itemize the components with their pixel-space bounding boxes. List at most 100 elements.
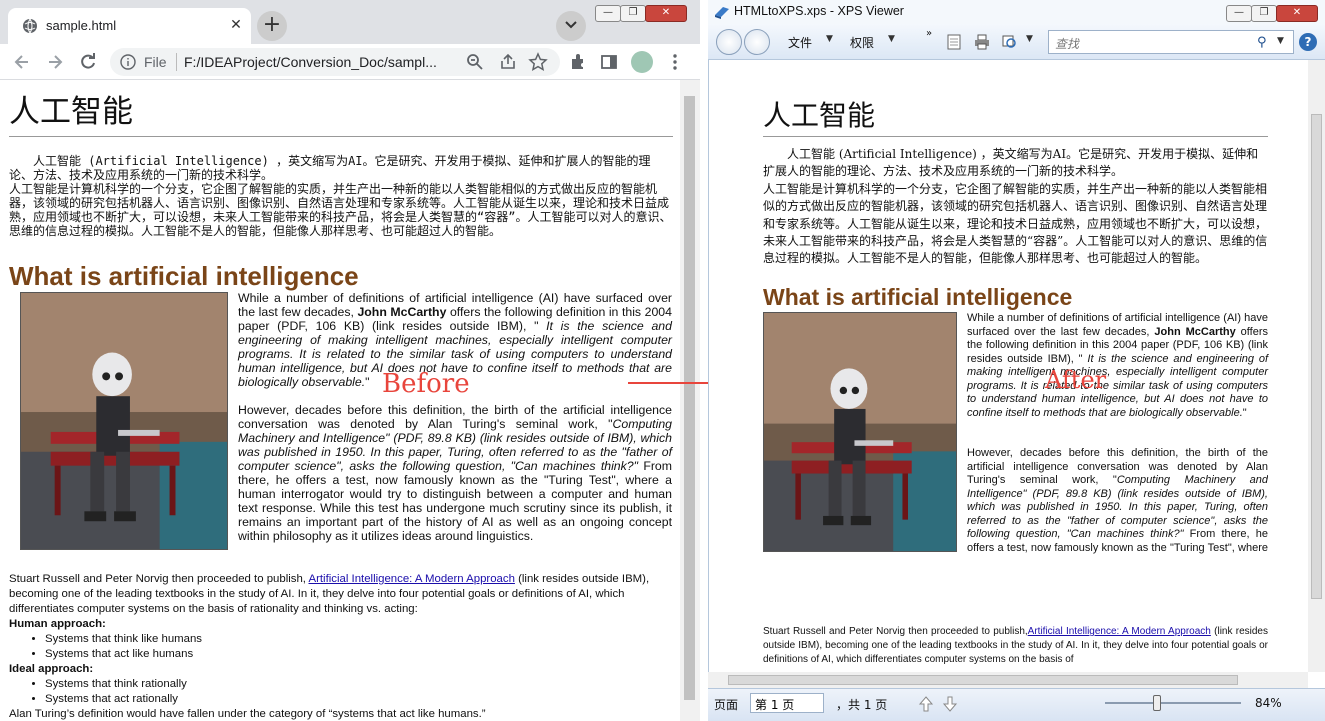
page-down-icon[interactable]	[942, 695, 958, 713]
menu-permissions[interactable]: 权限	[850, 34, 874, 51]
ideal-approach-list: Systems that think rationally Systems th…	[45, 677, 669, 707]
globe-icon	[23, 18, 37, 34]
xps-status-bar: 页面 第 1 页 ，共 1 页 84%	[708, 688, 1325, 721]
zoom-slider[interactable]	[1105, 695, 1241, 711]
title-divider	[9, 136, 673, 137]
xps-window-controls: — ❐ ✕	[1226, 0, 1318, 22]
view-caret-icon[interactable]: ▼	[1026, 34, 1033, 44]
xps-viewer-window: HTMLtoXPS.xps - XPS Viewer — ❐ ✕ 文件 ▼ 权限 ▼…	[708, 0, 1325, 721]
protocol-label: File	[144, 54, 167, 70]
help-icon[interactable]: ?	[1299, 33, 1317, 51]
search-icon[interactable]: ⚲	[1257, 35, 1267, 50]
xps-chinese-intro: 人工智能 (Artificial Intelligence) ，英文缩写为AI。…	[763, 146, 1268, 268]
back-button[interactable]	[716, 29, 742, 55]
forward-button[interactable]	[744, 29, 770, 55]
minimize-button[interactable]: —	[595, 5, 621, 22]
print-icon[interactable]	[974, 34, 990, 50]
xps-robot-photo	[764, 313, 956, 551]
chinese-intro: 人工智能 (Artificial Intelligence) ，英文缩写为AI。…	[9, 154, 673, 238]
xps-title-divider	[763, 136, 1268, 137]
overflow-chevron-icon[interactable]: »	[926, 28, 932, 39]
page-label: 页面	[714, 698, 739, 712]
extensions-icon[interactable]	[568, 52, 588, 72]
ideal-approach-label: Ideal approach:	[9, 663, 94, 675]
tab-sample[interactable]: sample.html ✕	[8, 8, 251, 44]
xps-app-icon	[715, 7, 729, 19]
document-icon[interactable]	[946, 34, 962, 50]
list-item: Systems that act like humans	[45, 647, 669, 662]
zoom-view-icon[interactable]	[1002, 34, 1018, 50]
tab-title: sample.html	[46, 18, 117, 33]
human-approach-label: Human approach:	[9, 618, 106, 630]
profile-avatar[interactable]	[631, 51, 653, 73]
xps-close-button[interactable]: ✕	[1276, 5, 1318, 22]
after-label: After	[1045, 366, 1107, 394]
page-total: ，共 1 页	[836, 698, 888, 712]
before-label: Before	[382, 369, 470, 399]
xps-cn-paragraph-1: 人工智能 (Artificial Intelligence) ，英文缩写为AI。…	[763, 147, 1259, 179]
tab-search-button[interactable]	[556, 11, 586, 41]
page-up-icon[interactable]	[918, 695, 934, 713]
search-placeholder: 查找	[1055, 37, 1080, 51]
xps-en-paragraph-2: However, decades before this definition,…	[967, 447, 1268, 555]
side-panel-icon[interactable]	[599, 52, 619, 72]
xps-document-area: 人工智能 人工智能 (Artificial Intelligence) ，英文缩…	[708, 60, 1325, 688]
maximize-button[interactable]: ❐	[620, 5, 646, 22]
star-icon[interactable]	[528, 52, 548, 72]
close-tab-icon[interactable]: ✕	[226, 15, 246, 35]
desktop: sample.html ✕ + — ❐ ✕ File F:/IDEAProject/…	[0, 0, 1325, 721]
new-tab-button[interactable]: +	[257, 11, 287, 41]
zoom-level: 84%	[1255, 696, 1282, 710]
book-link[interactable]: Artificial Intelligence: A Modern Approa…	[309, 573, 515, 585]
xps-search-input[interactable]: 查找 ⚲ ▼	[1048, 30, 1294, 54]
xps-book-link[interactable]: Artificial Intelligence: A Modern Approa…	[1028, 626, 1211, 637]
en-paragraph-2: However, decades before this definition,…	[238, 403, 672, 543]
human-approach-list: Systems that think like humans Systems t…	[45, 632, 669, 662]
en-p2-text-a: However, decades before this definition,…	[238, 403, 672, 431]
file-caret-icon[interactable]: ▼	[826, 34, 833, 44]
section-heading: What is artificial intelligence	[9, 261, 359, 291]
close-window-button[interactable]: ✕	[645, 5, 687, 22]
forward-icon[interactable]	[45, 52, 65, 72]
cn-paragraph-1: 人工智能 (Artificial Intelligence) ，英文缩写为AI。…	[9, 154, 651, 182]
list-item: Systems that think rationally	[45, 677, 669, 692]
xps-robot-image	[763, 312, 957, 552]
xps-window-title: HTMLtoXPS.xps - XPS Viewer	[734, 4, 904, 18]
page-scrollbar[interactable]	[680, 80, 700, 721]
xps-hscroll-thumb[interactable]	[728, 675, 1238, 685]
list-item: Systems that act rationally	[45, 692, 669, 707]
xps-section-heading: What is artificial intelligence	[763, 284, 1073, 310]
zoom-slider-knob[interactable]	[1153, 695, 1161, 711]
xps-en-paragraph-3: Stuart Russell and Peter Norvig then pro…	[763, 625, 1268, 667]
xps-minimize-button[interactable]: —	[1226, 5, 1252, 22]
back-icon[interactable]	[12, 52, 32, 72]
xps-menubar: 文件 ▼ 权限 ▼ » ▼ 查找 ⚲ ▼ ?	[708, 24, 1325, 60]
chevron-down-icon	[565, 21, 577, 29]
xps-vscroll-thumb[interactable]	[1311, 114, 1322, 599]
menu-file[interactable]: 文件	[788, 34, 812, 51]
info-icon[interactable]	[120, 54, 136, 70]
robot-image	[20, 292, 228, 550]
xps-vertical-scrollbar[interactable]	[1308, 60, 1325, 672]
page-number-input[interactable]: 第 1 页	[750, 693, 824, 713]
url-text[interactable]: F:/IDEAProject/Conversion_Doc/sampl...	[184, 54, 437, 70]
address-bar[interactable]: File F:/IDEAProject/Conversion_Doc/sampl…	[110, 48, 560, 76]
permissions-caret-icon[interactable]: ▼	[888, 34, 895, 44]
xps-horizontal-scrollbar[interactable]	[708, 672, 1308, 688]
scrollbar-thumb[interactable]	[684, 96, 695, 700]
more-menu-icon[interactable]	[665, 52, 685, 72]
xps-page: 人工智能 人工智能 (Artificial Intelligence) ，英文缩…	[763, 60, 1269, 688]
xps-page-title: 人工智能	[763, 99, 876, 132]
en-paragraph-3: Stuart Russell and Peter Norvig then pro…	[9, 572, 673, 617]
xps-maximize-button[interactable]: ❐	[1251, 5, 1277, 22]
en-p1-end: "	[365, 375, 370, 389]
share-icon[interactable]	[498, 52, 518, 72]
zoom-icon[interactable]	[465, 52, 485, 72]
omnibox-divider	[176, 53, 177, 71]
search-caret-icon[interactable]: ▼	[1277, 36, 1284, 46]
list-item: Systems that think like humans	[45, 632, 669, 647]
en-p3-text-a: Stuart Russell and Peter Norvig then pro…	[9, 573, 309, 585]
reload-icon[interactable]	[78, 52, 98, 72]
approach-list: Human approach: Systems that think like …	[9, 617, 669, 721]
page-title: 人工智能	[9, 94, 133, 130]
